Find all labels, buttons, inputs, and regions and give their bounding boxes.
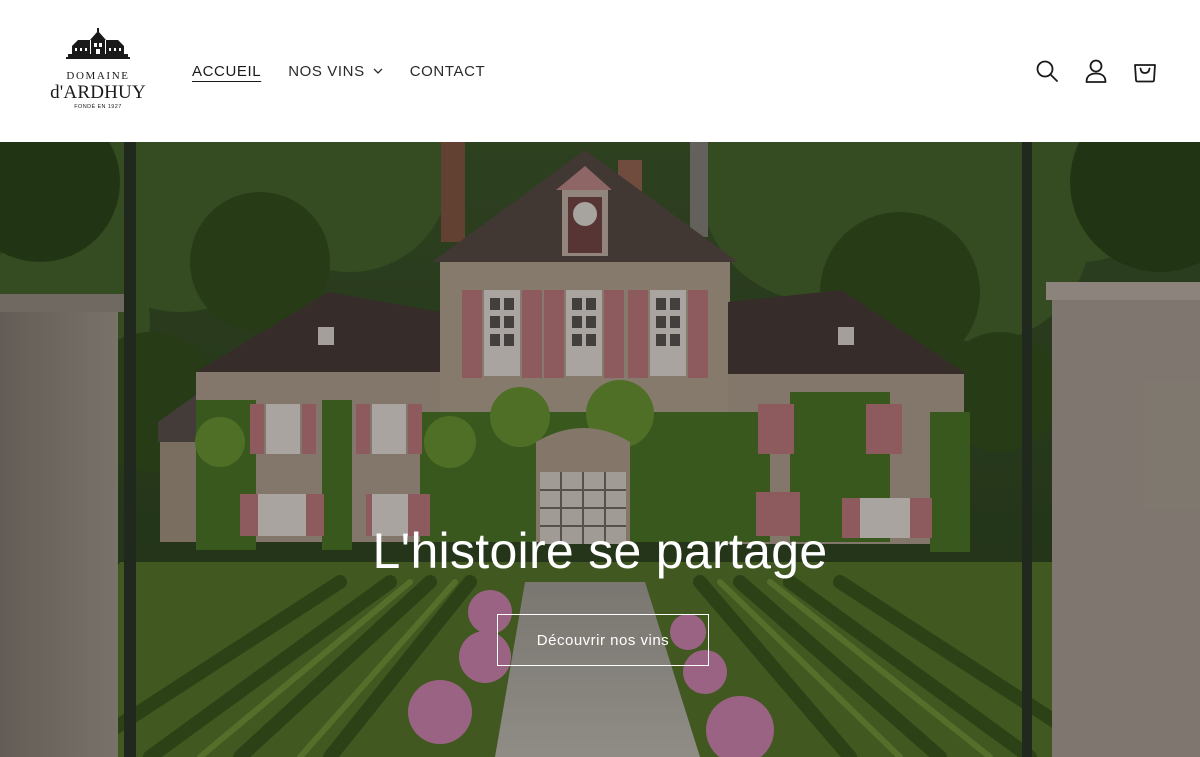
hero-banner: L'histoire se partage Découvrir nos vins (0, 142, 1200, 757)
logo-line-domaine: DOMAINE (66, 70, 130, 82)
search-icon (1036, 60, 1058, 82)
main-nav: ACCUEIL NOS VINS CONTACT (192, 58, 512, 84)
hero-title: L'histoire se partage (372, 523, 828, 579)
nav-item-accueil[interactable]: ACCUEIL (192, 58, 261, 84)
search-button[interactable] (1030, 54, 1064, 88)
site-header: DOMAINE d'ARDHUY FONDÉ EN 1927 ACCUEIL N… (0, 0, 1200, 142)
cart-button[interactable] (1128, 54, 1162, 88)
discover-wines-button[interactable]: Découvrir nos vins (497, 614, 709, 666)
nav-item-label: NOS VINS (288, 62, 365, 80)
nav-item-contact[interactable]: CONTACT (410, 58, 486, 84)
chevron-down-icon (373, 68, 383, 74)
account-icon (1085, 59, 1107, 83)
chateau-icon (66, 28, 130, 59)
logo[interactable]: DOMAINE d'ARDHUY FONDÉ EN 1927 (44, 28, 152, 114)
logo-line-founded: FONDÉ EN 1927 (74, 104, 122, 110)
logo-line-name: d'ARDHUY (50, 82, 146, 103)
nav-item-nos-vins[interactable]: NOS VINS (288, 58, 383, 84)
account-button[interactable] (1079, 54, 1113, 88)
cart-icon (1134, 64, 1156, 83)
header-icons (1015, 54, 1162, 88)
